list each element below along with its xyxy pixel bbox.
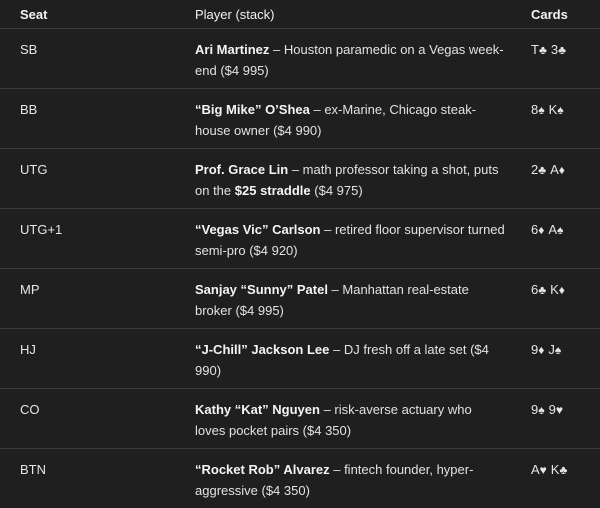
hole-card: K♣ [551, 459, 568, 481]
table-row: BB“Big Mike” O’Shea – ex-Marine, Chicago… [0, 89, 600, 149]
spade-suit-icon: ♠ [538, 403, 544, 417]
hole-card: A♥ [531, 459, 547, 481]
seat-cell: SB [0, 29, 175, 89]
seat-cell: MP [0, 269, 175, 329]
diamond-suit-icon: ♦ [538, 223, 544, 237]
diamond-suit-icon: ♦ [559, 163, 565, 177]
player-cell: “Big Mike” O’Shea – ex-Marine, Chicago s… [175, 89, 511, 149]
hole-card: 6♣ [531, 279, 546, 301]
card-rank: A [531, 462, 540, 477]
seats-table-body: SBAri Martinez – Houston paramedic on a … [0, 29, 600, 508]
player-name: Sanjay “Sunny” Patel [195, 282, 328, 297]
player-stack: ($4 990) [273, 123, 321, 138]
player-cell: “Rocket Rob” Alvarez – fintech founder, … [175, 449, 511, 508]
seat-cell: BB [0, 89, 175, 149]
player-description-highlight: $25 straddle [235, 183, 311, 198]
player-stack: ($4 920) [249, 243, 297, 258]
hole-card: 9♠ [531, 399, 545, 421]
player-stack: ($4 975) [314, 183, 362, 198]
hole-card: K♠ [549, 99, 564, 121]
seat-cell: UTG+1 [0, 209, 175, 269]
card-rank: 9 [549, 402, 556, 417]
cards-cell: A♥K♣ [511, 449, 600, 508]
hole-card: 3♣ [551, 39, 566, 61]
club-suit-icon: ♣ [558, 43, 566, 57]
player-stack: ($4 995) [220, 63, 268, 78]
hole-card: 8♠ [531, 99, 545, 121]
hole-card: K♦ [550, 279, 565, 301]
heart-suit-icon: ♥ [556, 403, 563, 417]
hole-card: A♦ [550, 159, 565, 181]
hole-card: 9♦ [531, 339, 544, 361]
hole-card: 2♣ [531, 159, 546, 181]
header-seat: Seat [0, 0, 175, 29]
card-rank: A [548, 222, 557, 237]
seat-cell: HJ [0, 329, 175, 389]
hole-card: A♠ [548, 219, 563, 241]
player-name: Kathy “Kat” Nguyen [195, 402, 320, 417]
card-rank: K [550, 282, 559, 297]
card-rank: A [550, 162, 559, 177]
hole-card: 9♥ [549, 399, 563, 421]
card-rank: 3 [551, 42, 558, 57]
heart-suit-icon: ♥ [540, 463, 547, 477]
player-cell: “Vegas Vic” Carlson – retired floor supe… [175, 209, 511, 269]
club-suit-icon: ♣ [538, 283, 546, 297]
table-row: BTN“Rocket Rob” Alvarez – fintech founde… [0, 449, 600, 508]
hole-card: T♣ [531, 39, 547, 61]
player-cell: Kathy “Kat” Nguyen – risk-averse actuary… [175, 389, 511, 449]
cards-cell: 8♠K♠ [511, 89, 600, 149]
player-stack: ($4 350) [261, 483, 309, 498]
player-name: “J-Chill” Jackson Lee [195, 342, 329, 357]
table-row: UTGProf. Grace Lin – math professor taki… [0, 149, 600, 209]
table-row: HJ“J-Chill” Jackson Lee – DJ fresh off a… [0, 329, 600, 389]
player-cell: Sanjay “Sunny” Patel – Manhattan real-es… [175, 269, 511, 329]
spade-suit-icon: ♠ [557, 223, 563, 237]
card-rank: K [549, 102, 558, 117]
player-name: “Big Mike” O’Shea [195, 102, 310, 117]
header-cards: Cards [511, 0, 600, 29]
card-rank: T [531, 42, 539, 57]
seats-table: Seat Player (stack) Cards SBAri Martinez… [0, 0, 600, 508]
diamond-suit-icon: ♦ [559, 283, 565, 297]
seat-cell: BTN [0, 449, 175, 508]
table-row: SBAri Martinez – Houston paramedic on a … [0, 29, 600, 89]
player-cell: Prof. Grace Lin – math professor taking … [175, 149, 511, 209]
player-stack: ($4 995) [235, 303, 283, 318]
player-name: Prof. Grace Lin [195, 162, 288, 177]
table-row: MPSanjay “Sunny” Patel – Manhattan real-… [0, 269, 600, 329]
header-player: Player (stack) [175, 0, 511, 29]
hole-card: 6♦ [531, 219, 544, 241]
cards-cell: T♣3♣ [511, 29, 600, 89]
club-suit-icon: ♣ [538, 163, 546, 177]
header-row: Seat Player (stack) Cards [0, 0, 600, 29]
cards-cell: 9♠9♥ [511, 389, 600, 449]
seat-cell: CO [0, 389, 175, 449]
table-row: UTG+1“Vegas Vic” Carlson – retired floor… [0, 209, 600, 269]
player-name: “Rocket Rob” Alvarez [195, 462, 330, 477]
player-name: “Vegas Vic” Carlson [195, 222, 321, 237]
player-cell: “J-Chill” Jackson Lee – DJ fresh off a l… [175, 329, 511, 389]
cards-cell: 6♣K♦ [511, 269, 600, 329]
cards-cell: 2♣A♦ [511, 149, 600, 209]
cards-cell: 9♦J♠ [511, 329, 600, 389]
seat-cell: UTG [0, 149, 175, 209]
player-description: – DJ fresh off a late set [329, 342, 470, 357]
hole-card: J♠ [548, 339, 561, 361]
spade-suit-icon: ♠ [538, 103, 544, 117]
diamond-suit-icon: ♦ [538, 343, 544, 357]
table-row: COKathy “Kat” Nguyen – risk-averse actua… [0, 389, 600, 449]
club-suit-icon: ♣ [559, 463, 567, 477]
player-stack: ($4 350) [303, 423, 351, 438]
player-cell: Ari Martinez – Houston paramedic on a Ve… [175, 29, 511, 89]
player-name: Ari Martinez [195, 42, 269, 57]
cards-cell: 6♦A♠ [511, 209, 600, 269]
spade-suit-icon: ♠ [557, 103, 563, 117]
club-suit-icon: ♣ [539, 43, 547, 57]
spade-suit-icon: ♠ [555, 343, 561, 357]
